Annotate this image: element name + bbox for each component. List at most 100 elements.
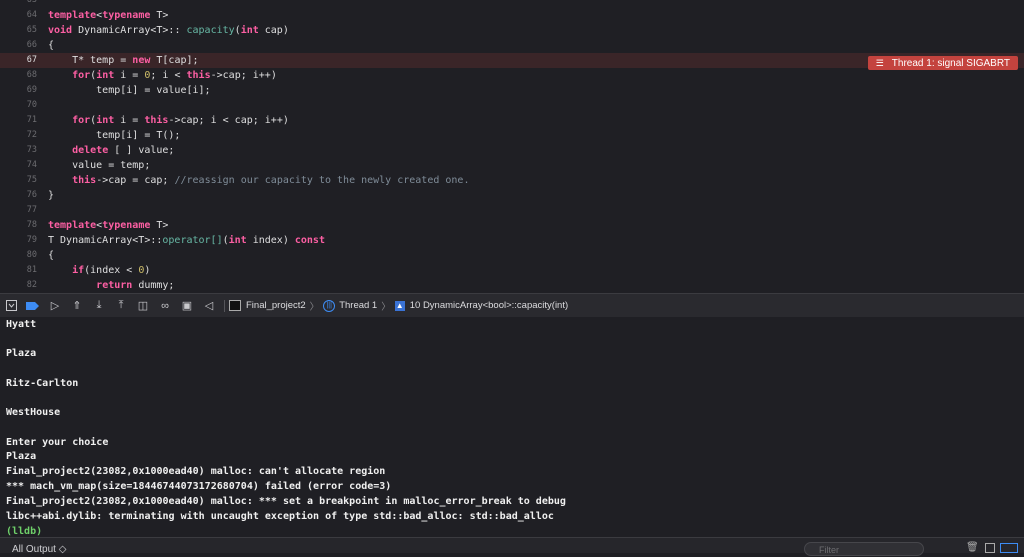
view-debugger-icon[interactable]: ◫ [132, 295, 154, 317]
app-icon [229, 300, 241, 311]
code-line[interactable]: 64 template<typename T> [0, 8, 1024, 23]
code-text: } [48, 188, 54, 203]
code-line[interactable]: 81 if(index < 0) [0, 263, 1024, 278]
code-token: T> [150, 10, 169, 21]
line-number: 65 [26, 25, 37, 35]
code-text: void DynamicArray<T>:: capacity(int cap) [48, 23, 289, 38]
line-number: 74 [26, 160, 37, 170]
breadcrumb-frame[interactable]: 10 DynamicArray<bool>::capacity(int) [410, 300, 568, 311]
code-token: i = [114, 115, 145, 126]
hide-debug-area-icon[interactable] [0, 295, 22, 317]
code-token: int [96, 115, 115, 126]
code-token: { [48, 250, 55, 261]
step-over-icon[interactable]: ⇑ [66, 295, 88, 317]
breadcrumb-process[interactable]: Final_project2 [246, 300, 306, 311]
code-token: this [186, 70, 211, 81]
code-token: (index < [84, 265, 139, 276]
memory-graph-icon[interactable]: ∞ [154, 295, 176, 317]
console-line: Final_project2(23082,0x1000ead40) malloc… [6, 496, 566, 507]
trash-icon[interactable]: 🗑 [966, 542, 979, 553]
code-token: if [72, 265, 85, 276]
code-text: this->cap = cap; //reassign our capacity… [48, 173, 469, 188]
code-line[interactable]: 65 void DynamicArray<T>:: capacity(int ca… [0, 23, 1024, 38]
code-token: delete [72, 145, 109, 156]
output-filter-select[interactable]: All Output ◇ [12, 544, 66, 555]
line-number: 79 [26, 235, 37, 245]
code-line[interactable]: 69 temp[i] = value[i]; [0, 83, 1024, 98]
code-text: T* temp = new T[cap]; [48, 53, 198, 68]
frame-icon: ▲ [394, 300, 405, 311]
debug-bar: ▷ ⇑ ⤓ ⤒ ◫ ∞ ▣ ◁ Final_project2 〉 ||| Thr… [0, 293, 1024, 318]
console-line: libc++abi.dylib: terminating with uncaug… [6, 511, 554, 522]
console-bottom-bar: All Output ◇ Filter 🗑 [0, 537, 1024, 556]
error-badge[interactable]: ☰ Thread 1: signal SIGABRT [867, 56, 1018, 70]
code-token: } [48, 190, 55, 201]
code-text: T DynamicArray<T>::operator[](int index)… [48, 233, 325, 248]
line-number: 64 [26, 10, 37, 20]
code-token: return [96, 280, 133, 291]
simulate-location-icon[interactable]: ◁ [198, 295, 220, 317]
code-line[interactable]: 76} [0, 188, 1024, 203]
line-number: 78 [26, 220, 37, 230]
line-number: 81 [26, 265, 37, 275]
line-number: 77 [26, 205, 37, 215]
code-line[interactable]: 73 delete [ ] value; [0, 143, 1024, 158]
filter-input[interactable]: Filter [804, 542, 924, 556]
thread-icon: ||| [323, 299, 336, 312]
code-line[interactable]: 70 [0, 98, 1024, 113]
code-token: [ ] value; [108, 145, 175, 156]
code-editor[interactable]: 63 64 template<typename T> 65 void DynamicAr… [0, 0, 1024, 292]
code-line[interactable]: 74 value = temp; [0, 158, 1024, 173]
step-out-icon[interactable]: ⤒ [110, 295, 132, 317]
code-line[interactable]: 63 [0, 0, 1024, 8]
console-output[interactable]: Hyatt Plaza Ritz-Carlton WestHouse Enter you… [0, 317, 1024, 537]
code-text: { [48, 248, 54, 263]
code-text: if(index < 0) [48, 263, 150, 278]
code-token: template [48, 10, 97, 21]
code-token: T* temp = [48, 55, 133, 66]
console-line: Enter your choice [6, 437, 109, 448]
continue-icon[interactable]: ▷ [44, 295, 66, 317]
breakpoints-toggle-icon[interactable] [22, 295, 44, 317]
code-line[interactable]: 75 this->cap = cap; //reassign our capac… [0, 173, 1024, 188]
code-text: delete [ ] value; [48, 143, 174, 158]
code-line[interactable]: 68 for(int i = 0; i < this->cap; i++) [0, 68, 1024, 83]
console-line: WestHouse [6, 407, 61, 418]
code-token: capacity [186, 25, 235, 36]
code-token: int [96, 70, 115, 81]
code-line[interactable]: 82 return dummy; [0, 278, 1024, 292]
code-token: typename [102, 10, 151, 21]
code-line[interactable]: 71 for(int i = this->cap; i < cap; i++) [0, 113, 1024, 128]
line-number: 76 [26, 190, 37, 200]
code-line[interactable]: 80 { [0, 248, 1024, 263]
step-into-icon[interactable]: ⤓ [88, 295, 110, 317]
code-line[interactable]: 66 { [0, 38, 1024, 53]
code-token: dummy; [132, 280, 175, 291]
code-token: const [294, 235, 325, 246]
code-token: index) [246, 235, 295, 246]
code-line[interactable]: 72 temp[i] = T(); [0, 128, 1024, 143]
code-text: { [48, 38, 54, 53]
code-line[interactable]: 78 template<typename T> [0, 218, 1024, 233]
console-line: Hyatt [6, 319, 37, 330]
code-token: int [228, 235, 247, 246]
code-line[interactable]: 77 [0, 203, 1024, 218]
code-line[interactable]: 79 T DynamicArray<T>::operator[](int inde… [0, 233, 1024, 248]
filter-placeholder: Filter [819, 545, 839, 555]
line-number: 75 [26, 175, 37, 185]
line-number: 69 [26, 85, 37, 95]
environment-overrides-icon[interactable]: ▣ [176, 295, 198, 317]
console-line: Final_project2(23082,0x1000ead40) malloc… [6, 466, 386, 477]
code-token: int [240, 25, 259, 36]
line-number: 72 [26, 130, 37, 140]
code-token: DynamicArray<T>:: [72, 25, 187, 36]
code-token: cap) [258, 25, 289, 36]
breadcrumb-thread[interactable]: Thread 1 [339, 300, 377, 311]
code-token: operator[] [162, 235, 223, 246]
code-token: i = [114, 70, 145, 81]
